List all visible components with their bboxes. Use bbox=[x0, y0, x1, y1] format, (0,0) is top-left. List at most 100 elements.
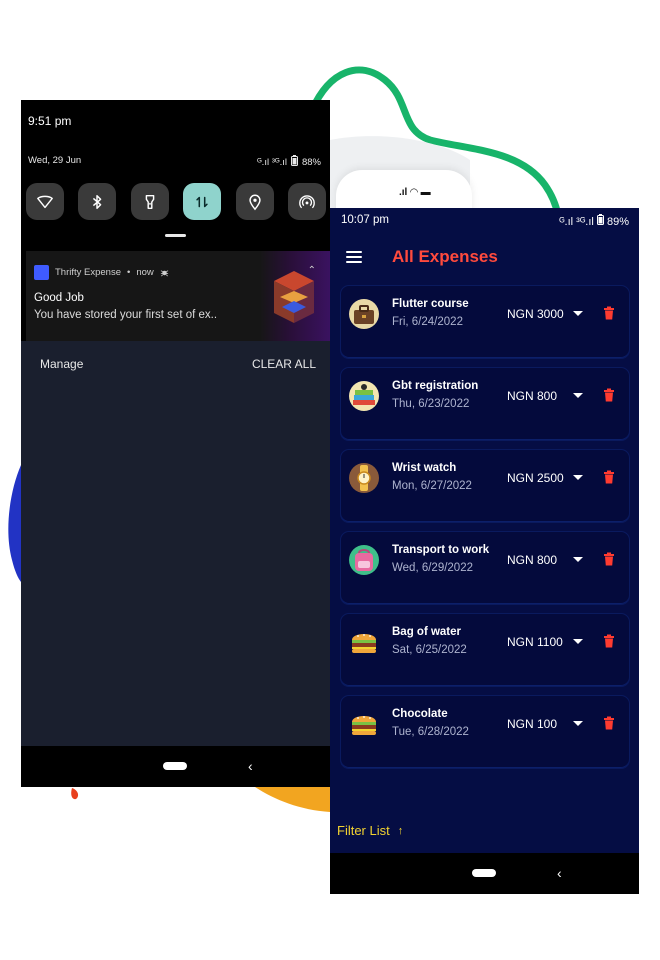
arrow-up-icon: ↑ bbox=[397, 824, 404, 837]
filter-list-button[interactable]: Filter List ↑ bbox=[337, 823, 403, 838]
expense-name: Transport to work bbox=[392, 544, 490, 556]
notification-title: Good Job bbox=[34, 292, 84, 304]
page-title: All Expenses bbox=[392, 247, 498, 266]
wifi-icon bbox=[37, 195, 53, 208]
delete-icon[interactable] bbox=[603, 306, 615, 320]
expense-date: Thu, 6/23/2022 bbox=[392, 398, 470, 410]
expense-date: Mon, 6/27/2022 bbox=[392, 480, 472, 492]
delete-icon[interactable] bbox=[603, 388, 615, 402]
mobile-data-tile[interactable] bbox=[183, 183, 222, 220]
books-icon bbox=[348, 380, 380, 412]
flashlight-icon bbox=[145, 194, 155, 209]
flashlight-tile[interactable] bbox=[130, 183, 169, 220]
clear-all-button[interactable]: CLEAR ALL bbox=[252, 357, 316, 371]
notification-time: now bbox=[136, 267, 154, 278]
shade-status-bar: ᴳ.ıl ³ᴳ.ıl 88% bbox=[257, 155, 321, 169]
hamburger-menu-icon[interactable] bbox=[346, 251, 362, 263]
expense-list: Flutter course Fri, 6/24/2022 NGN 3000 Gbt … bbox=[340, 285, 630, 777]
expense-card[interactable]: Transport to work Wed, 6/29/2022 NGN 800 bbox=[340, 531, 630, 605]
quick-settings-row bbox=[26, 183, 326, 220]
app-icon bbox=[34, 265, 49, 280]
notification-body: You have stored your first set of ex.. bbox=[34, 309, 218, 321]
dropdown-caret-icon[interactable] bbox=[573, 393, 583, 398]
orange-blob-decoration bbox=[255, 787, 330, 812]
delete-icon[interactable] bbox=[603, 470, 615, 484]
bluetooth-icon bbox=[93, 194, 102, 209]
bluetooth-tile[interactable] bbox=[78, 183, 117, 220]
system-navigation-bar: ‹ bbox=[330, 853, 639, 894]
expense-name: Bag of water bbox=[392, 626, 462, 638]
location-tile[interactable] bbox=[235, 183, 274, 220]
back-chevron-icon[interactable]: ‹ bbox=[557, 865, 562, 881]
home-pill-icon[interactable] bbox=[163, 762, 187, 770]
dropdown-caret-icon[interactable] bbox=[573, 557, 583, 562]
data-transfer-icon bbox=[196, 196, 208, 207]
watch-icon bbox=[348, 462, 380, 494]
notification-card[interactable]: Thrifty Expense • now Good Job You have … bbox=[26, 251, 330, 341]
dropdown-caret-icon[interactable] bbox=[573, 475, 583, 480]
hotspot-icon bbox=[299, 194, 315, 208]
delete-icon[interactable] bbox=[603, 634, 615, 648]
filter-list-label: Filter List bbox=[337, 823, 390, 838]
all-expenses-screen: 10:07 pm ᴳ.ıl ³ᴳ.ıl 89% All Expenses Flu… bbox=[330, 208, 639, 894]
background-phone-status-icons: .ıl ◠ ▬ bbox=[399, 187, 431, 198]
dropdown-caret-icon[interactable] bbox=[573, 311, 583, 316]
expand-chevron-icon[interactable]: ⌃ bbox=[308, 265, 316, 276]
delete-icon[interactable] bbox=[603, 552, 615, 566]
shade-time: 9:51 pm bbox=[28, 114, 72, 128]
screenshot-stage: 9:51 pm Wed, 29 Jun ᴳ.ıl ³ᴳ.ıl 88% Thrif… bbox=[0, 0, 660, 960]
expense-name: Wrist watch bbox=[392, 462, 457, 474]
notification-app-name: Thrifty Expense bbox=[55, 267, 121, 278]
expense-card[interactable]: Gbt registration Thu, 6/23/2022 NGN 800 bbox=[340, 367, 630, 441]
battery-icon bbox=[596, 214, 607, 228]
hotspot-tile[interactable] bbox=[287, 183, 326, 220]
burger-icon bbox=[348, 708, 380, 740]
home-pill-icon[interactable] bbox=[472, 869, 496, 877]
notification-separator: • bbox=[127, 267, 131, 278]
location-icon bbox=[248, 194, 261, 210]
quick-settings-panel: 9:51 pm Wed, 29 Jun ᴳ.ıl ³ᴳ.ıl 88% Thrif… bbox=[21, 100, 330, 341]
shade-date: Wed, 29 Jun bbox=[28, 155, 82, 166]
status-icons: ᴳ.ıl ³ᴳ.ıl 89% bbox=[559, 214, 629, 228]
notification-header: Thrifty Expense • now bbox=[34, 265, 169, 280]
app-bar: All Expenses bbox=[330, 238, 639, 278]
backpack-icon bbox=[348, 544, 380, 576]
expense-amount: NGN 2500 bbox=[507, 471, 564, 485]
bug-icon bbox=[160, 270, 169, 277]
expense-date: Fri, 6/24/2022 bbox=[392, 316, 463, 328]
expense-amount: NGN 1100 bbox=[507, 635, 563, 649]
briefcase-icon bbox=[348, 298, 380, 330]
battery-icon bbox=[290, 155, 298, 169]
signal-indicator: ᴳ.ıl ³ᴳ.ıl bbox=[559, 216, 594, 228]
status-bar: 10:07 pm ᴳ.ıl ³ᴳ.ıl 89% bbox=[330, 208, 639, 232]
expense-name: Gbt registration bbox=[392, 380, 479, 392]
expense-amount: NGN 3000 bbox=[507, 307, 564, 321]
status-time: 10:07 pm bbox=[341, 214, 389, 226]
expense-card[interactable]: Bag of water Sat, 6/25/2022 NGN 1100 bbox=[340, 613, 630, 687]
blue-blob-decoration bbox=[8, 465, 21, 582]
expense-name: Chocolate bbox=[392, 708, 448, 720]
dropdown-caret-icon[interactable] bbox=[573, 721, 583, 726]
notification-large-image bbox=[260, 251, 330, 341]
expense-card[interactable]: Wrist watch Mon, 6/27/2022 NGN 2500 bbox=[340, 449, 630, 523]
expense-date: Tue, 6/28/2022 bbox=[392, 726, 469, 738]
delete-icon[interactable] bbox=[603, 716, 615, 730]
manage-button[interactable]: Manage bbox=[40, 357, 83, 371]
wifi-tile[interactable] bbox=[26, 183, 64, 220]
system-navigation-bar: ‹ bbox=[21, 746, 330, 787]
dropdown-caret-icon[interactable] bbox=[573, 639, 583, 644]
back-chevron-icon[interactable]: ‹ bbox=[248, 758, 253, 774]
red-dot-decoration bbox=[71, 788, 79, 800]
shade-drag-handle[interactable] bbox=[165, 234, 186, 237]
expense-amount: NGN 800 bbox=[507, 553, 558, 567]
expense-amount: NGN 800 bbox=[507, 389, 558, 403]
expense-date: Sat, 6/25/2022 bbox=[392, 644, 467, 656]
expense-card[interactable]: Flutter course Fri, 6/24/2022 NGN 3000 bbox=[340, 285, 630, 359]
expense-amount: NGN 100 bbox=[507, 717, 558, 731]
signal-indicator: ᴳ.ıl ³ᴳ.ıl bbox=[256, 156, 287, 168]
expense-card[interactable]: Chocolate Tue, 6/28/2022 NGN 100 bbox=[340, 695, 630, 769]
battery-percent: 88% bbox=[301, 156, 321, 168]
notification-shade-screen: 9:51 pm Wed, 29 Jun ᴳ.ıl ³ᴳ.ıl 88% Thrif… bbox=[21, 100, 330, 787]
burger-icon bbox=[348, 626, 380, 658]
expense-date: Wed, 6/29/2022 bbox=[392, 562, 473, 574]
